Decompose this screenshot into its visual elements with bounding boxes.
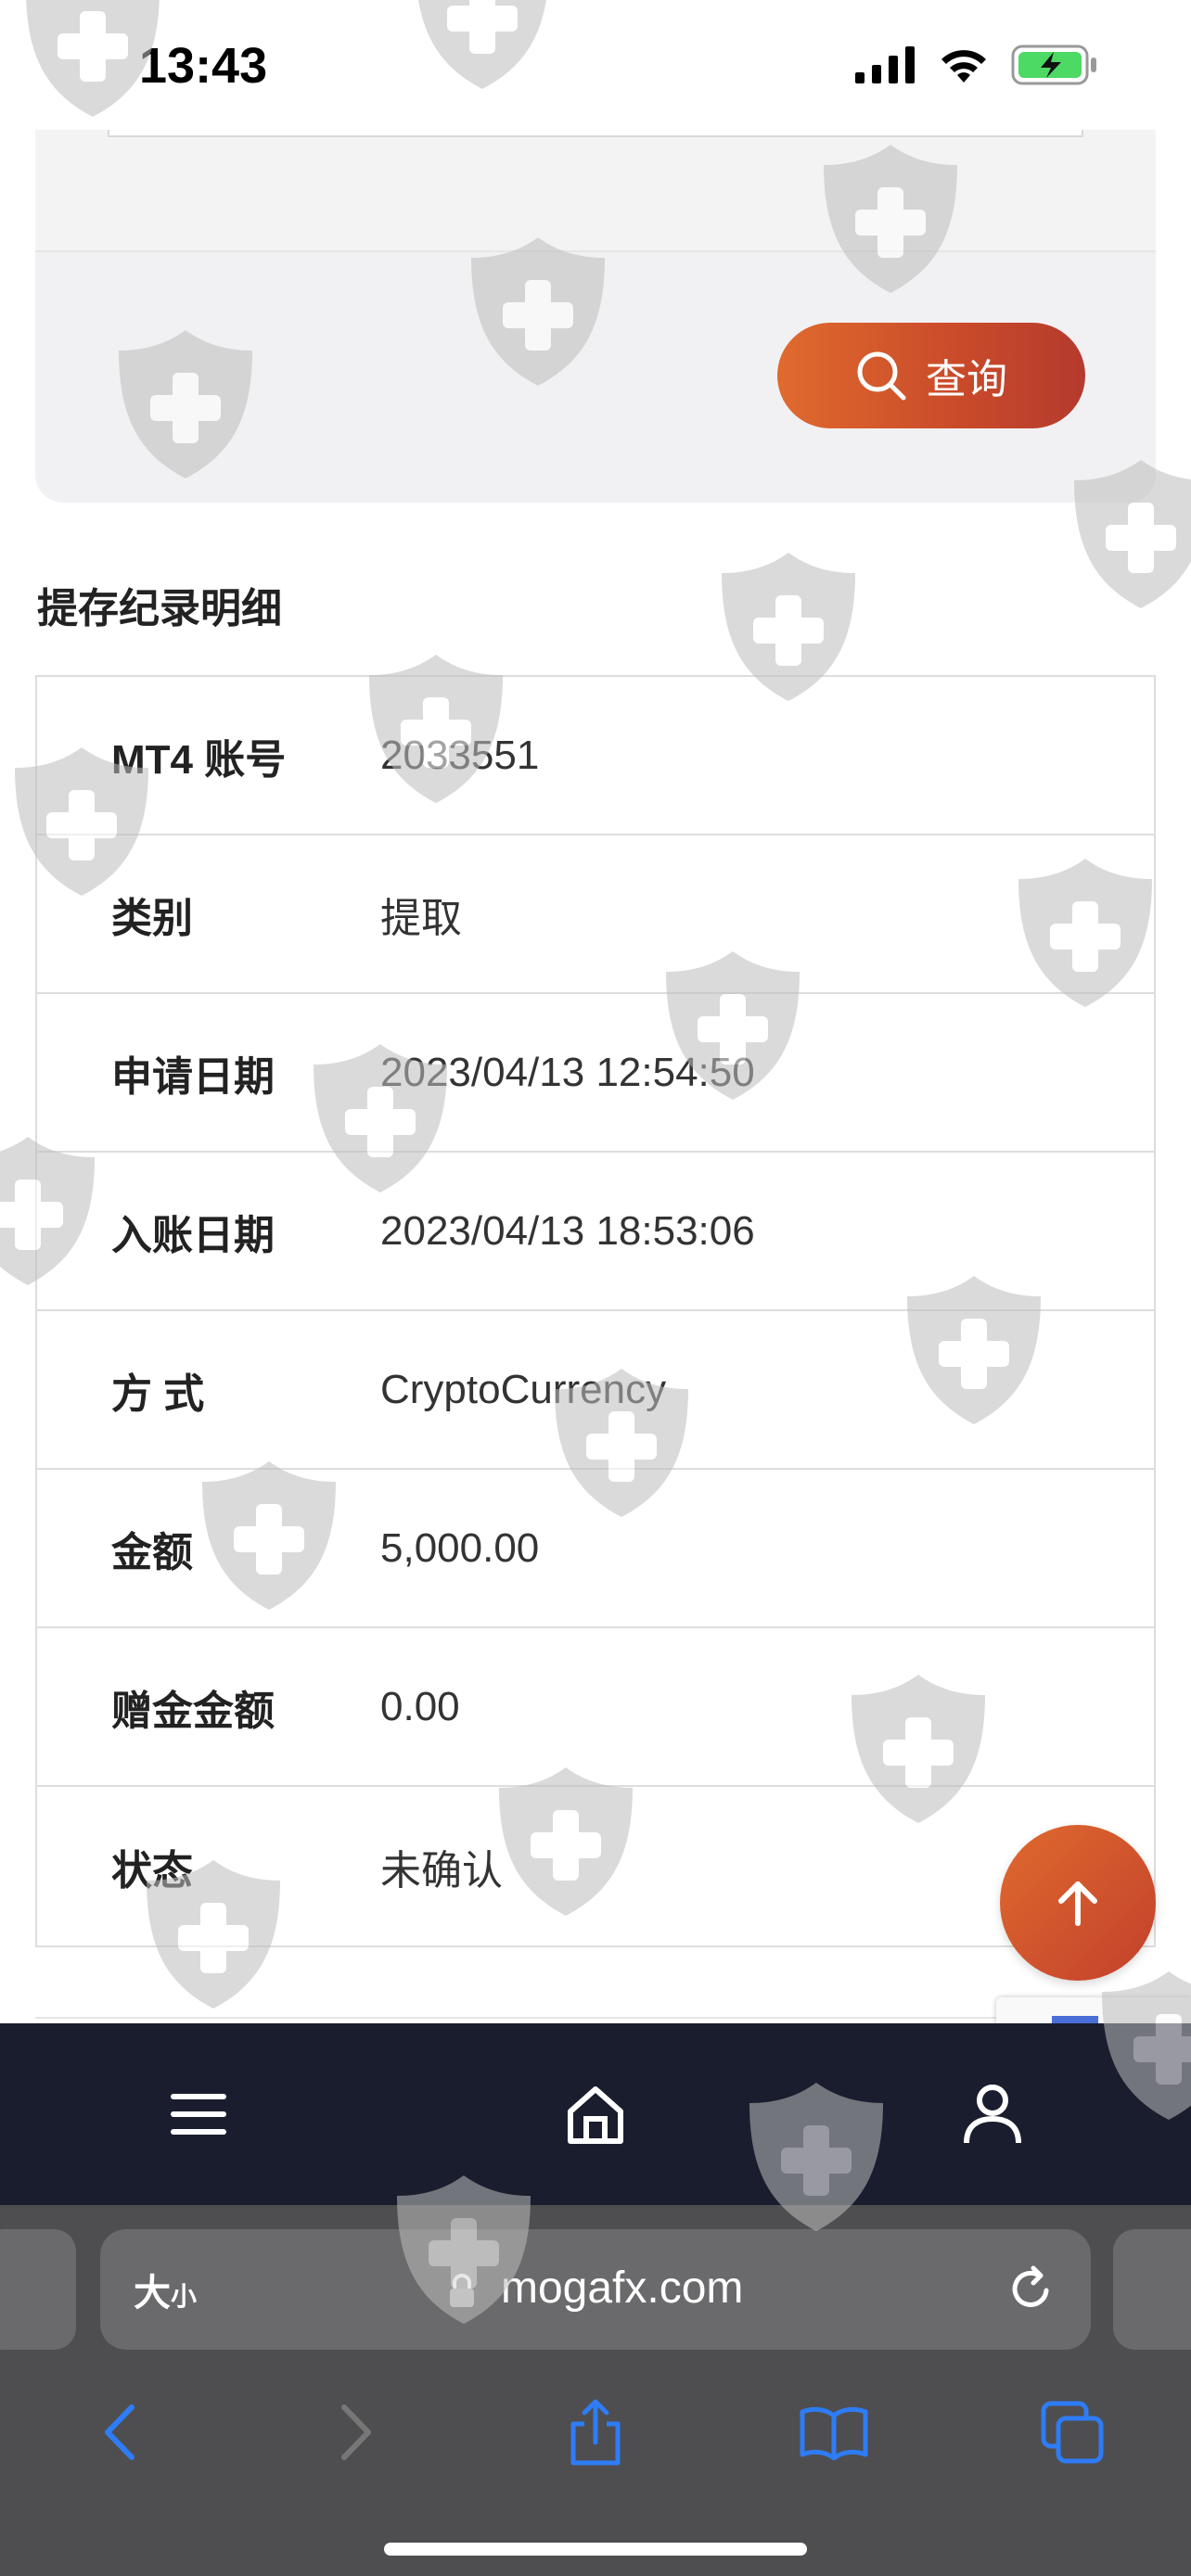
search-icon	[857, 351, 906, 401]
row-label: MT4 账号	[111, 736, 287, 783]
app-bottom-nav	[0, 2023, 1191, 2205]
cellular-signal-icon	[855, 46, 915, 83]
chevron-right-icon	[341, 2404, 372, 2460]
row-value: 2023/04/13 18:53:06	[380, 1207, 755, 1254]
row-label: 申请日期	[111, 1053, 275, 1100]
row-label: 状态	[111, 1847, 193, 1894]
home-indicator	[384, 2543, 807, 2556]
section-title: 提存纪录明细	[37, 586, 282, 631]
table-row: MT4 账号 2033551	[37, 677, 1154, 835]
previous-tab[interactable]	[0, 2229, 76, 2350]
query-button-label: 查询	[926, 357, 1007, 402]
tabs-button[interactable]	[1021, 2381, 1123, 2483]
table-row: 金额 5,000.00	[37, 1470, 1154, 1628]
chevron-left-icon	[105, 2404, 135, 2460]
row-value: 2033551	[380, 732, 540, 778]
bookmarks-button[interactable]	[783, 2381, 885, 2483]
home-button[interactable]	[540, 2059, 651, 2170]
url-display[interactable]: mogafx.com	[100, 2263, 1091, 2314]
book-icon	[800, 2406, 868, 2460]
back-to-top-button[interactable]	[1000, 1825, 1156, 1981]
menu-button[interactable]	[143, 2059, 254, 2170]
query-button[interactable]: 查询	[777, 323, 1085, 428]
row-label: 方 式	[111, 1371, 205, 1417]
table-row: 入账日期 2023/04/13 18:53:06	[37, 1153, 1154, 1311]
share-icon	[570, 2399, 621, 2466]
divider	[35, 2017, 1156, 2019]
row-label: 类别	[111, 895, 193, 941]
battery-charging-icon	[1011, 45, 1096, 85]
search-input-area	[35, 128, 1156, 252]
row-value: 提取	[380, 895, 462, 941]
row-value: 0.00	[380, 1683, 460, 1729]
details-table: MT4 账号 2033551 类别 提取 申请日期 2023/04/13 12:…	[35, 675, 1156, 1947]
address-bar[interactable]: 大小 mogafx.com	[100, 2229, 1091, 2350]
status-icons	[855, 45, 1098, 85]
forward-button[interactable]	[306, 2381, 408, 2483]
row-value: 未确认	[380, 1847, 503, 1894]
back-button[interactable]	[68, 2381, 170, 2483]
row-value: 2023/04/13 12:54:50	[380, 1049, 755, 1095]
row-label: 赠金金额	[111, 1688, 275, 1734]
table-row: 申请日期 2023/04/13 12:54:50	[37, 994, 1154, 1153]
tabs-icon	[1041, 2401, 1104, 2464]
reload-icon[interactable]	[1005, 2263, 1057, 2315]
search-card	[35, 128, 1156, 503]
share-button[interactable]	[544, 2381, 647, 2483]
next-tab[interactable]	[1113, 2229, 1191, 2350]
status-time: 13:43	[139, 38, 268, 94]
status-bar: 13:43	[0, 0, 1191, 130]
table-row: 状态 未确认	[37, 1787, 1154, 1945]
arrow-up-icon	[1058, 1881, 1097, 1926]
user-icon	[964, 2085, 1021, 2144]
safari-toolbar	[0, 2381, 1191, 2483]
row-value: 5,000.00	[380, 1524, 540, 1571]
table-row: 方 式 CryptoCurrency	[37, 1311, 1154, 1470]
menu-icon	[171, 2094, 226, 2135]
url-text: mogafx.com	[500, 2264, 744, 2313]
row-label: 入账日期	[111, 1212, 275, 1258]
table-row: 类别 提取	[37, 835, 1154, 994]
table-row: 赠金金额 0.00	[37, 1628, 1154, 1787]
safari-chrome: 大小 mogafx.com	[0, 2205, 1191, 2576]
user-button[interactable]	[937, 2059, 1048, 2170]
home-icon	[568, 2086, 623, 2144]
row-value: CryptoCurrency	[380, 1366, 667, 1412]
wifi-icon	[941, 50, 986, 83]
row-label: 金额	[111, 1529, 193, 1575]
lock-icon	[449, 2274, 474, 2308]
